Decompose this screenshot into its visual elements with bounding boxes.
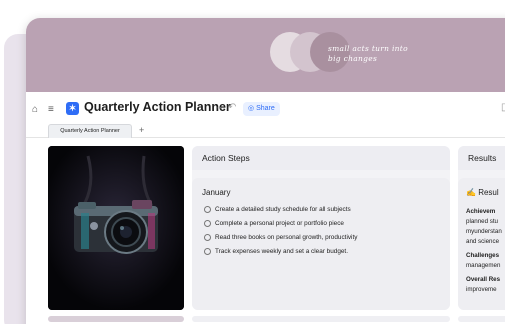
task-item[interactable]: Create a detailed study schedule for all…	[204, 206, 351, 213]
more-options-icon[interactable]: ⋯	[215, 101, 226, 114]
quote-line: big changes	[328, 54, 378, 63]
home-icon[interactable]: ⌂	[32, 103, 44, 117]
app-window: small acts turn into big changes ⌂ ≡ ✶ Q…	[26, 18, 505, 324]
results-line: managemen	[466, 262, 501, 269]
camera-image	[48, 146, 184, 310]
task-label: Create a detailed study schedule for all…	[215, 206, 351, 214]
next-section-strip	[458, 316, 505, 322]
add-tab-button[interactable]: +	[139, 124, 144, 137]
checkbox[interactable]	[204, 206, 211, 213]
next-section-strip	[48, 316, 184, 322]
menu-icon[interactable]: ≡	[48, 103, 60, 117]
doc-toolbar: ⌂ ≡ ✶ Quarterly Action Planner ⋯ ↶ ◎ Sha…	[26, 98, 505, 122]
results-line: and science	[466, 238, 500, 245]
app-logo-icon: ✶	[66, 102, 79, 115]
action-steps-panel: Action Steps January Create a detailed s…	[192, 146, 450, 310]
checkbox[interactable]	[204, 220, 211, 227]
results-subheading: ✍️ Resul	[466, 188, 499, 197]
results-panel: Results ✍️ Resul Achievem planned stu my…	[458, 146, 505, 310]
page-title[interactable]: Quarterly Action Planner	[84, 100, 231, 114]
task-item[interactable]: Track expenses weekly and set a clear bu…	[204, 248, 348, 255]
month-label: January	[202, 188, 231, 197]
task-label: Track expenses weekly and set a clear bu…	[215, 248, 348, 256]
results-subheading-text: Resul	[478, 188, 499, 197]
panel-heading: Results	[458, 146, 505, 170]
quote-line: small acts turn into	[328, 44, 408, 53]
task-item[interactable]: Read three books on personal growth, pro…	[204, 234, 357, 241]
checkbox[interactable]	[204, 234, 211, 241]
results-line: Challenges	[466, 252, 500, 259]
share-label: Share	[256, 105, 275, 112]
results-body: ✍️ Resul Achievem planned stu myundersta…	[458, 178, 505, 310]
camera-photo	[48, 146, 184, 310]
undo-icon[interactable]: ↶	[228, 102, 236, 113]
task-item[interactable]: Complete a personal project or portfolio…	[204, 220, 344, 227]
checkbox[interactable]	[204, 248, 211, 255]
results-line: myunderstan	[466, 228, 502, 235]
share-button[interactable]: ◎ Share	[243, 102, 280, 116]
next-section-strip	[192, 316, 450, 322]
writing-hand-icon: ✍️	[466, 188, 476, 197]
task-label: Read three books on personal growth, pro…	[215, 234, 358, 242]
results-line: Achievem	[466, 208, 496, 215]
task-label: Complete a personal project or portfolio…	[215, 220, 344, 228]
globe-icon: ◎	[248, 105, 255, 112]
action-steps-body: January Create a detailed study schedule…	[192, 178, 450, 310]
panel-heading: Action Steps	[192, 146, 450, 170]
cover-banner: small acts turn into big changes	[26, 18, 505, 92]
banner-quote: small acts turn into big changes	[328, 44, 408, 64]
results-line: improveme	[466, 286, 497, 293]
tab-quarterly-action-planner[interactable]: Quarterly Action Planner	[48, 124, 132, 138]
sidebar-toggle-icon[interactable]: ▯	[501, 102, 505, 113]
results-line: Overall Res	[466, 276, 501, 283]
results-line: planned stu	[466, 218, 498, 225]
tab-bar: Quarterly Action Planner +	[26, 124, 505, 138]
